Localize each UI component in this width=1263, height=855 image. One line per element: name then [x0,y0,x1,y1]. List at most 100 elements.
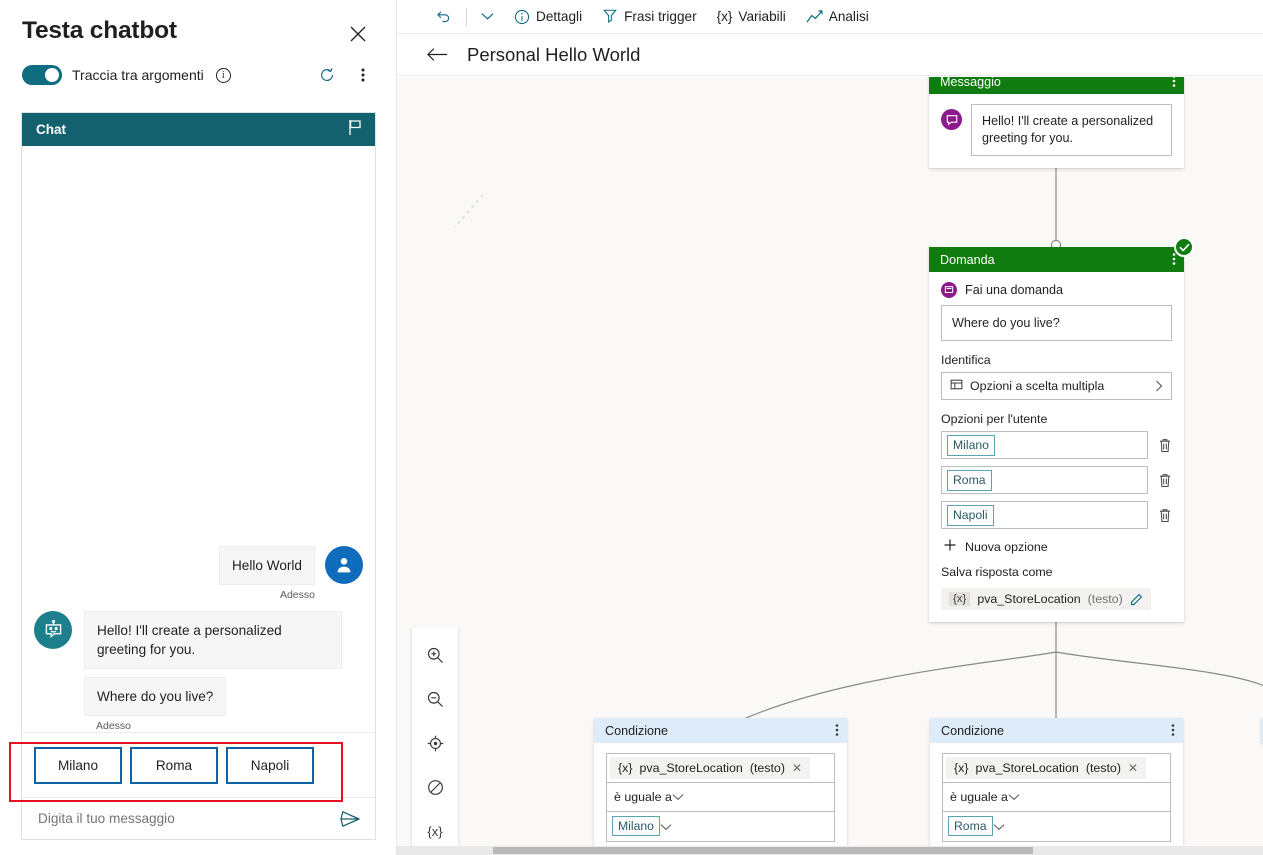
variable-name: pva_StoreLocation [639,761,743,775]
flag-icon[interactable] [347,119,363,141]
message-bubble: Where do you live? [84,677,227,716]
condition-value-field[interactable]: Milano [606,811,835,842]
chat-message-bot: Hello! I'll create a personalized greeti… [34,611,363,716]
option-value: Roma [947,469,992,491]
flow-canvas[interactable]: Messaggio Hello! I'll create a personali… [397,77,1263,855]
new-option-label: Nuova opzione [965,539,1048,554]
node-body: Hello! I'll create a personalized greeti… [929,94,1184,168]
variable-type: (testo) [1085,761,1121,775]
delete-icon[interactable] [1158,473,1172,488]
chat-message-input[interactable] [36,810,339,827]
identify-select[interactable]: Opzioni a scelta multipla [941,372,1172,400]
condition-variable-chip: {x} pva_StoreLocation (testo) ✕ [610,757,811,779]
condition-operator-field[interactable]: è uguale a [942,782,1171,811]
node-body: Fai una domanda Where do you live? Ident… [929,272,1184,622]
horizontal-scrollbar[interactable] [397,846,1263,855]
condition-variable-field[interactable]: {x} pva_StoreLocation (testo) ✕ [942,753,1171,782]
option-row: Roma [941,466,1172,494]
edit-icon[interactable] [1130,593,1143,606]
condition-operator-field[interactable]: è uguale a [606,782,835,811]
trigger-phrases-button[interactable]: Frasi trigger [592,2,707,32]
message-text[interactable]: Hello! I'll create a personalized greeti… [971,104,1172,156]
flow-title: Personal Hello World [467,43,641,65]
node-title: Domanda [940,252,995,267]
save-response-variable-chip[interactable]: {x} pva_StoreLocation (testo) [941,588,1151,610]
option-input-roma[interactable]: Roma [941,466,1148,494]
refresh-icon[interactable] [314,62,340,88]
remove-variable-icon[interactable]: ✕ [792,761,802,775]
suggested-action-roma[interactable]: Roma [130,747,218,784]
variables-button[interactable]: {x} Variabili [707,2,796,32]
chevron-right-icon [1155,380,1163,392]
ask-question-icon [941,282,957,298]
message-bubble: Hello! I'll create a personalized greeti… [84,611,342,669]
back-icon[interactable] [427,47,449,62]
node-header: Messaggio [929,77,1184,94]
avatar-bot [34,611,72,649]
undo-button[interactable] [425,2,462,32]
app-root: Testa chatbot Traccia tra argomenti i Ch… [0,0,1263,855]
node-menu-icon[interactable] [1171,723,1175,739]
message-bubble: Hello World [218,546,315,585]
node-header: Condizione [930,718,1183,743]
analytics-icon [806,9,823,24]
close-icon[interactable] [342,18,374,50]
node-condizione-1[interactable]: Condizione {x} pva_StoreLocation (testo)… [594,718,847,852]
option-input-napoli[interactable]: Napoli [941,501,1148,529]
delete-icon[interactable] [1158,508,1172,523]
analytics-button[interactable]: Analisi [796,2,879,32]
remove-variable-icon[interactable]: ✕ [1128,761,1138,775]
ask-question-row: Fai una domanda [941,282,1172,298]
fit-to-screen-icon[interactable] [412,721,458,765]
node-menu-icon[interactable] [835,723,839,739]
chat-message-user: Hello World [34,546,363,585]
track-between-topics-toggle[interactable] [22,65,62,85]
condition-value-field[interactable]: Roma [942,811,1171,842]
condition-value: Milano [612,816,660,836]
undo-icon [435,8,452,25]
details-button[interactable]: Dettagli [504,2,592,32]
condition-variable-field[interactable]: {x} pva_StoreLocation (testo) ✕ [606,753,835,782]
variable-prefix-icon: {x} [949,592,971,606]
zoom-in-icon[interactable] [412,633,458,677]
variable-type: (testo) [749,761,785,775]
details-label: Dettagli [536,9,583,24]
option-input-milano[interactable]: Milano [941,431,1148,459]
node-menu-icon[interactable] [1172,77,1176,90]
page-title: Testa chatbot [22,17,177,44]
variable-name: pva_StoreLocation [977,592,1081,606]
option-row: Milano [941,431,1172,459]
node-menu-icon[interactable] [1172,252,1176,268]
send-icon[interactable] [339,810,361,828]
node-domanda[interactable]: Domanda Fai una domanda Where do you liv… [929,237,1194,622]
condition-operator-value: è uguale a [614,790,672,804]
variables-icon: {x} [716,9,733,24]
node-title: Messaggio [940,77,1001,89]
options-label: Opzioni per l'utente [941,412,1048,426]
undo-dropdown-button[interactable] [471,2,504,32]
node-messaggio[interactable]: Messaggio Hello! I'll create a personali… [929,77,1184,168]
node-status-valid-icon [1174,237,1194,257]
identify-label: Identifica [941,353,991,367]
identify-value: Opzioni a scelta multipla [970,379,1105,393]
question-text-input[interactable]: Where do you live? [941,305,1172,341]
disable-icon[interactable] [412,765,458,809]
node-body: {x} pva_StoreLocation (testo) ✕ è uguale… [930,743,1183,852]
node-condizione-2[interactable]: Condizione {x} pva_StoreLocation (testo)… [930,718,1183,852]
scrollbar-thumb[interactable] [493,847,1033,854]
suggested-action-milano[interactable]: Milano [34,747,122,784]
delete-icon[interactable] [1158,438,1172,453]
info-icon[interactable]: i [215,67,231,83]
chevron-down-icon [481,12,494,21]
message-timestamp: Adesso [96,720,132,732]
condition-operator-value: è uguale a [950,790,1008,804]
variable-type: (testo) [1087,592,1123,606]
chat-message-list: Hello World Adesso Hello! I'll create a … [22,146,375,732]
analytics-label: Analisi [828,9,869,24]
save-response-label: Salva risposta come [941,565,1053,579]
new-option-button[interactable]: Nuova opzione [941,538,1172,555]
more-options-icon[interactable] [350,62,376,88]
authoring-area: Dettagli Frasi trigger {x} Variabili Ana… [397,0,1263,855]
suggested-action-napoli[interactable]: Napoli [226,747,314,784]
zoom-out-icon[interactable] [412,677,458,721]
